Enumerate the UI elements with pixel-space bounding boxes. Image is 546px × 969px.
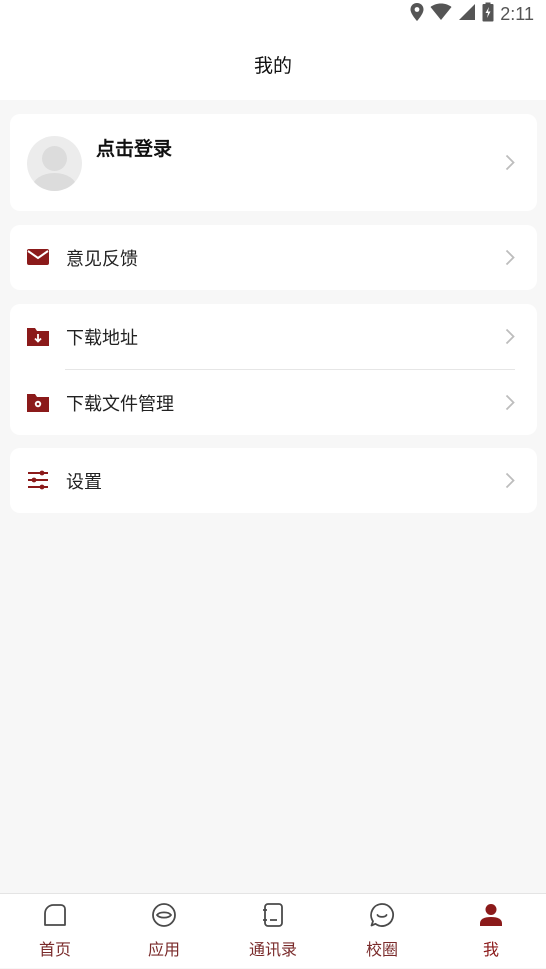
tab-label: 首页 <box>38 940 71 959</box>
menu-item-label: 意见反馈 <box>66 249 138 270</box>
folder-settings-icon <box>27 394 49 412</box>
chevron-right-icon <box>505 472 515 489</box>
download-folder-icon <box>27 328 49 346</box>
tab-apps[interactable]: 应用 <box>124 894 204 969</box>
chevron-right-icon <box>505 394 515 411</box>
contacts-icon <box>263 903 283 927</box>
tab-home[interactable]: 首页 <box>15 894 95 969</box>
tab-chat[interactable]: 校圈 <box>342 894 422 969</box>
menu-item-download-address[interactable]: 下载地址 <box>10 304 537 369</box>
signal-icon <box>458 3 476 26</box>
chevron-right-icon <box>505 154 515 171</box>
status-time: 2:11 <box>500 3 534 24</box>
tab-contacts[interactable]: 通讯录 <box>233 894 313 969</box>
status-bar: 2:11 <box>0 0 546 28</box>
chevron-right-icon <box>505 249 515 266</box>
download-card: 下载地址 下载文件管理 <box>10 304 537 435</box>
tab-label: 应用 <box>147 940 180 959</box>
feedback-card: 意见反馈 <box>10 225 537 290</box>
menu-item-label: 下载文件管理 <box>66 394 174 415</box>
tab-label: 我 <box>482 940 499 959</box>
location-icon <box>410 2 424 26</box>
header: 我的 <box>0 28 546 100</box>
menu-item-feedback[interactable]: 意见反馈 <box>10 225 537 290</box>
bottom-tab-bar: 首页 应用 通讯录 校圈 我 <box>0 893 546 968</box>
tab-label: 通讯录 <box>248 940 297 959</box>
tab-me[interactable]: 我 <box>451 894 531 969</box>
profile-icon <box>480 904 502 926</box>
apps-icon <box>152 903 176 927</box>
battery-icon <box>482 2 494 27</box>
menu-item-label: 设置 <box>66 472 102 493</box>
home-icon <box>44 904 66 926</box>
menu-item-label: 下载地址 <box>66 328 138 349</box>
login-label: 点击登录 <box>96 138 173 160</box>
settings-card: 设置 <box>10 448 537 513</box>
menu-item-settings[interactable]: 设置 <box>10 448 537 513</box>
chat-icon <box>370 903 394 927</box>
chevron-right-icon <box>505 328 515 345</box>
login-card[interactable]: 点击登录 <box>10 114 537 211</box>
avatar <box>27 136 82 191</box>
page-title: 我的 <box>253 55 292 77</box>
mail-icon <box>27 249 49 265</box>
menu-item-download-files[interactable]: 下载文件管理 <box>10 370 537 435</box>
sliders-icon <box>28 470 48 490</box>
tab-label: 校圈 <box>365 940 398 959</box>
wifi-icon <box>430 2 452 26</box>
